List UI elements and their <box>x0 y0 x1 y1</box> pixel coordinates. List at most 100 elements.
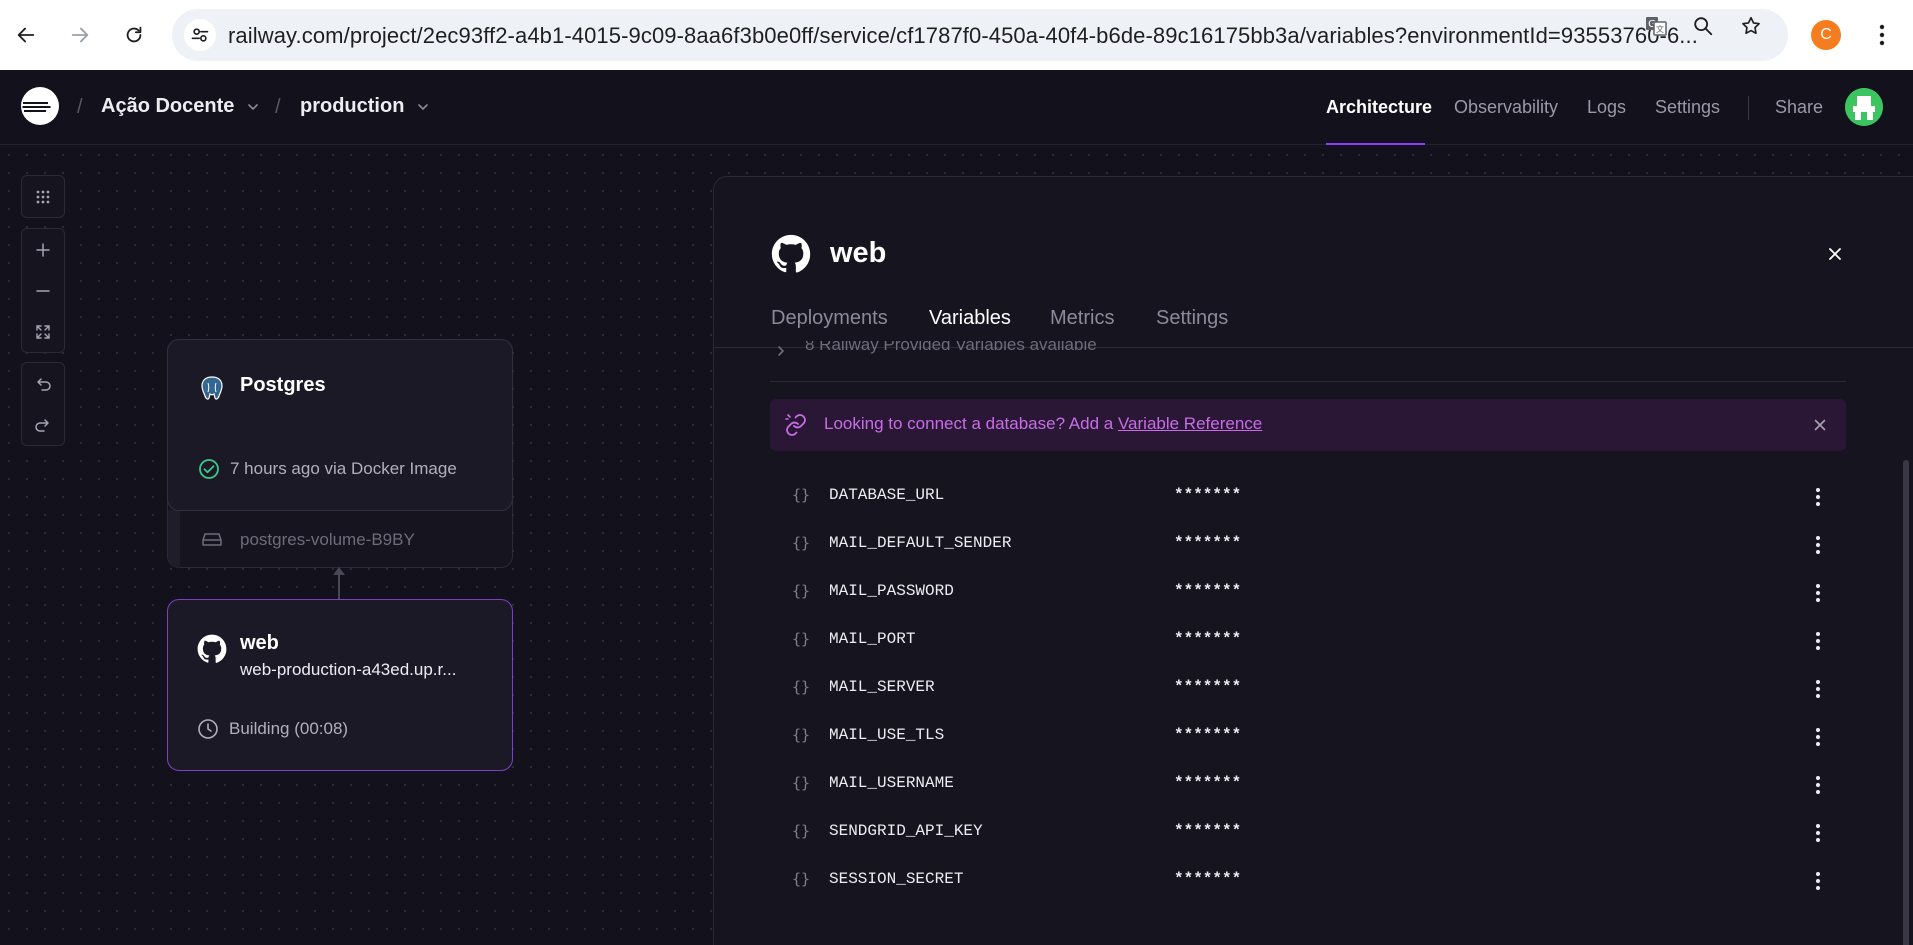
nav-architecture[interactable]: Architecture <box>1326 97 1432 118</box>
zoom-icon[interactable] <box>1687 10 1719 42</box>
variable-value[interactable]: ******* <box>1174 582 1241 600</box>
variable-name: SESSION_SECRET <box>829 870 964 888</box>
variable-name: MAIL_SERVER <box>829 678 935 696</box>
kebab-menu-icon[interactable] <box>1806 819 1830 847</box>
kebab-menu-icon[interactable] <box>1806 627 1830 655</box>
connect-database-banner: Looking to connect a database? Add a Var… <box>770 399 1846 451</box>
web-status-text: Building (00:08) <box>229 719 349 738</box>
kebab-menu-icon[interactable] <box>1806 723 1830 751</box>
variable-value[interactable]: ******* <box>1174 534 1241 552</box>
nav-logs[interactable]: Logs <box>1587 97 1626 118</box>
kebab-menu-icon[interactable] <box>1806 579 1830 607</box>
variable-name: SENDGRID_API_KEY <box>829 822 983 840</box>
redo-icon[interactable] <box>22 404 64 445</box>
grid-icon[interactable] <box>22 176 64 217</box>
volume-rail <box>168 510 180 568</box>
variable-row[interactable]: {} SENDGRID_API_KEY ******* <box>770 809 1846 857</box>
star-icon[interactable] <box>1735 10 1767 42</box>
forward-button[interactable] <box>62 17 98 53</box>
banner-close-icon[interactable] <box>1808 413 1832 437</box>
web-domain[interactable]: web-production-a43ed.up.r... <box>240 660 456 680</box>
project-name: Ação Docente <box>101 95 235 117</box>
provided-variables-text: 8 Railway Provided Variables available <box>805 341 1097 354</box>
kebab-menu-icon[interactable] <box>1806 531 1830 559</box>
environment-selector[interactable]: production <box>300 95 430 118</box>
address-bar[interactable]: railway.com/project/2ec93ff2-a4b1-4015-9… <box>172 9 1788 61</box>
site-settings-icon[interactable] <box>184 19 216 51</box>
variable-name: MAIL_USE_TLS <box>829 726 945 744</box>
braces-icon: {} <box>792 582 811 600</box>
variable-value[interactable]: ******* <box>1174 630 1241 648</box>
undo-icon[interactable] <box>22 363 64 404</box>
variable-reference-link[interactable]: Variable Reference <box>1118 414 1262 433</box>
variable-value[interactable]: ******* <box>1174 486 1241 504</box>
fit-view-icon[interactable] <box>22 311 64 352</box>
banner-message: Looking to connect a database? Add a <box>824 414 1114 433</box>
chevron-down-icon <box>248 103 259 110</box>
braces-icon: {} <box>792 678 811 696</box>
postgres-volume-label[interactable]: postgres-volume-B9BY <box>240 530 415 550</box>
zoom-in-icon[interactable] <box>22 229 64 270</box>
variable-value[interactable]: ******* <box>1174 870 1241 888</box>
nav-observability[interactable]: Observability <box>1454 97 1558 118</box>
braces-icon: {} <box>792 486 811 504</box>
variable-row[interactable]: {} MAIL_DEFAULT_SENDER ******* <box>770 521 1846 569</box>
tab-metrics[interactable]: Metrics <box>1050 307 1114 330</box>
kebab-menu-icon[interactable] <box>1806 867 1830 895</box>
variable-value[interactable]: ******* <box>1174 678 1241 696</box>
breadcrumb-separator: / <box>275 96 281 118</box>
app-header: / Ação Docente / production Architecture… <box>0 70 1913 145</box>
variable-row[interactable]: {} MAIL_PASSWORD ******* <box>770 569 1846 617</box>
reload-icon <box>126 26 142 43</box>
variable-value[interactable]: ******* <box>1174 774 1241 792</box>
kebab-menu-icon[interactable] <box>1864 17 1900 53</box>
kebab-menu-icon[interactable] <box>1806 771 1830 799</box>
user-avatar[interactable] <box>1845 88 1883 126</box>
nav-settings[interactable]: Settings <box>1655 97 1720 118</box>
link-icon <box>785 414 806 436</box>
postgres-status-text: 7 hours ago via Docker Image <box>230 459 457 478</box>
share-button[interactable]: Share <box>1775 97 1823 118</box>
variable-name: MAIL_PORT <box>829 630 916 648</box>
variable-row[interactable]: {} MAIL_SERVER ******* <box>770 665 1846 713</box>
project-selector[interactable]: Ação Docente <box>101 95 260 118</box>
railway-logo-icon[interactable] <box>20 86 60 126</box>
kebab-menu-icon[interactable] <box>1806 483 1830 511</box>
web-service-card[interactable]: web web-production-a43ed.up.r... Buildin… <box>167 599 513 771</box>
back-button[interactable] <box>8 17 44 53</box>
connector-arrow-icon <box>333 567 345 575</box>
braces-icon: {} <box>792 870 811 888</box>
tab-deployments[interactable]: Deployments <box>771 307 888 330</box>
tab-variables[interactable]: Variables <box>929 307 1011 330</box>
variable-value[interactable]: ******* <box>1174 726 1241 744</box>
postgres-status: 7 hours ago via Docker Image <box>198 458 457 480</box>
zoom-out-icon[interactable] <box>22 270 64 311</box>
svg-text:文: 文 <box>1656 24 1664 34</box>
breadcrumb-separator: / <box>77 96 83 118</box>
url-text: railway.com/project/2ec93ff2-a4b1-4015-9… <box>228 23 1698 48</box>
provided-variables-toggle[interactable]: 8 Railway Provided Variables available <box>805 341 1097 361</box>
browser-toolbar: railway.com/project/2ec93ff2-a4b1-4015-9… <box>0 0 1913 70</box>
tab-settings[interactable]: Settings <box>1156 307 1228 330</box>
variable-row[interactable]: {} MAIL_USE_TLS ******* <box>770 713 1846 761</box>
braces-icon: {} <box>792 726 811 744</box>
environment-name: production <box>300 95 405 117</box>
variable-row[interactable]: {} SESSION_SECRET ******* <box>770 857 1846 905</box>
panel-title: web <box>830 237 887 269</box>
profile-avatar[interactable]: C <box>1811 20 1841 50</box>
panel-scrollbar[interactable] <box>1903 460 1909 945</box>
close-icon[interactable] <box>1821 240 1849 268</box>
kebab-menu-icon[interactable] <box>1806 675 1830 703</box>
variable-row[interactable]: {} MAIL_PORT ******* <box>770 617 1846 665</box>
chevron-down-icon <box>418 103 429 110</box>
translate-icon[interactable]: G文 <box>1640 10 1672 42</box>
variable-value[interactable]: ******* <box>1174 822 1241 840</box>
active-nav-indicator <box>1326 143 1425 145</box>
canvas-toolbar-grid <box>21 175 65 218</box>
reload-button[interactable] <box>116 17 152 53</box>
postgres-service-card[interactable]: Postgres 7 hours ago via Docker Image <box>167 339 513 511</box>
variable-name: MAIL_DEFAULT_SENDER <box>829 534 1012 552</box>
variable-name: MAIL_USERNAME <box>829 774 954 792</box>
variable-row[interactable]: {} DATABASE_URL ******* <box>770 473 1846 521</box>
variable-row[interactable]: {} MAIL_USERNAME ******* <box>770 761 1846 809</box>
